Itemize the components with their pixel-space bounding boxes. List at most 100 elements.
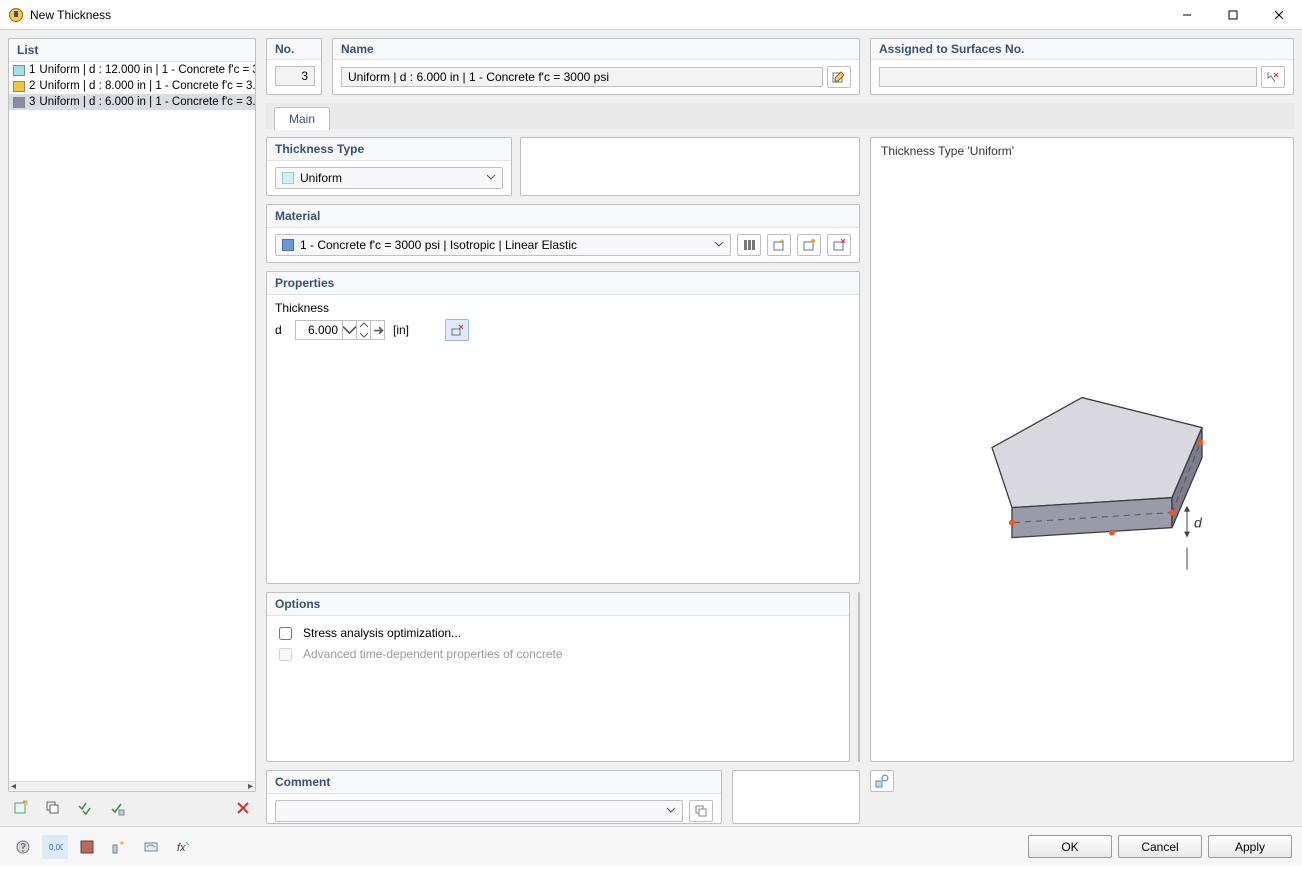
chevron-down-icon — [714, 238, 724, 252]
material-label: Material — [267, 205, 859, 228]
material-delete-icon[interactable] — [827, 234, 851, 256]
options-section: Options Stress analysis optimization... … — [266, 592, 850, 762]
thickness-type-section: Thickness Type Uniform — [266, 137, 512, 196]
chevron-down-icon[interactable] — [342, 320, 356, 340]
function-icon[interactable]: fx — [170, 835, 196, 859]
name-label: Name — [333, 39, 859, 60]
preview-box: Thickness Type 'Uniform' — [870, 137, 1294, 762]
edit-name-icon[interactable] — [827, 66, 851, 88]
checkbox — [279, 648, 292, 661]
list-header: List — [9, 39, 255, 62]
options-label: Options — [267, 593, 849, 616]
window-title: New Thickness — [30, 8, 1164, 22]
thickness-type-value: Uniform — [300, 171, 342, 185]
list-item-label: Uniform | d : 8.000 in | 1 - Concrete f'… — [39, 80, 255, 92]
thickness-pick-icon[interactable] — [445, 319, 469, 341]
ok-button[interactable]: OK — [1028, 835, 1112, 858]
close-button[interactable] — [1256, 0, 1302, 30]
titlebar: New Thickness — [0, 0, 1302, 30]
comment-input[interactable] — [275, 800, 683, 822]
color-swatch — [13, 81, 25, 92]
thickness-type-select[interactable]: Uniform — [275, 167, 503, 189]
empty-section — [858, 592, 860, 762]
thickness-symbol: d — [275, 323, 287, 337]
list-item-label: Uniform | d : 6.000 in | 1 - Concrete f'… — [39, 96, 255, 108]
material-new-icon[interactable] — [767, 234, 791, 256]
list-item-num: 3 — [29, 96, 35, 108]
no-group: No. — [266, 38, 322, 95]
checkbox[interactable] — [279, 627, 292, 640]
check-all-icon[interactable] — [72, 796, 98, 820]
minimize-button[interactable] — [1164, 0, 1210, 30]
thickness-type-label: Thickness Type — [267, 138, 511, 161]
list-toolbar — [8, 792, 256, 824]
help-icon[interactable] — [10, 835, 36, 859]
pick-surface-icon[interactable] — [1261, 66, 1285, 88]
color-swatch — [13, 65, 25, 76]
thickness-value-input[interactable]: 6.000 — [295, 320, 385, 340]
list-item[interactable]: 3 Uniform | d : 6.000 in | 1 - Concrete … — [9, 94, 255, 110]
empty-section — [732, 770, 860, 824]
comment-label: Comment — [267, 771, 721, 794]
material-library-icon[interactable] — [737, 234, 761, 256]
dialog-body: List 1 Uniform | d : 12.000 in | 1 - Con… — [0, 30, 1302, 826]
option-stress-analysis[interactable]: Stress analysis optimization... — [275, 626, 841, 643]
copy-item-icon[interactable] — [40, 796, 66, 820]
list-item-label: Uniform | d : 12.000 in | 1 - Concrete f… — [39, 64, 255, 76]
comment-section: Comment — [266, 770, 722, 824]
list-item-num: 1 — [29, 64, 35, 76]
no-input[interactable] — [275, 66, 315, 86]
check-filter-icon[interactable] — [104, 796, 130, 820]
apply-button[interactable]: Apply — [1208, 835, 1292, 858]
properties-section: Properties Thickness d 6.000 — [266, 271, 860, 584]
color-swatch — [13, 97, 25, 108]
spin-up-icon[interactable] — [356, 320, 370, 330]
preview-graphic: d — [932, 357, 1232, 577]
header-fields: No. Name Assigned to Surfaces No. — [266, 38, 1294, 95]
comment-pick-icon[interactable] — [689, 800, 713, 822]
view-icon[interactable] — [138, 835, 164, 859]
left-panel: List 1 Uniform | d : 12.000 in | 1 - Con… — [8, 38, 256, 824]
spin-step-icon[interactable] — [370, 320, 384, 340]
app-icon — [8, 7, 24, 23]
tab-main[interactable]: Main — [274, 107, 330, 130]
list-item[interactable]: 1 Uniform | d : 12.000 in | 1 - Concrete… — [9, 62, 255, 78]
delete-item-icon[interactable] — [230, 796, 256, 820]
material-section: Material 1 - Concrete f'c = 3000 psi | I… — [266, 204, 860, 263]
preview-title: Thickness Type 'Uniform' — [881, 144, 1283, 158]
spin-down-icon[interactable] — [356, 330, 370, 340]
preview-dim-label: d — [1194, 514, 1203, 530]
horizontal-scrollbar[interactable]: ◂▸ — [9, 781, 255, 791]
thickness-sublabel: Thickness — [275, 301, 851, 315]
assigned-label: Assigned to Surfaces No. — [871, 39, 1293, 60]
thickness-unit: [in] — [393, 323, 409, 337]
svg-text:fx: fx — [177, 842, 186, 854]
cancel-button[interactable]: Cancel — [1118, 835, 1202, 858]
name-group: Name — [332, 38, 860, 95]
assigned-group: Assigned to Surfaces No. — [870, 38, 1294, 95]
main-area: No. Name Assigned to Surfaces No. — [266, 38, 1294, 824]
new-item-icon[interactable] — [8, 796, 34, 820]
tab-bar: Main — [266, 103, 1294, 129]
bottom-bar: 0,00 fx OK Cancel Apply — [0, 826, 1302, 866]
content-row: Thickness Type Uniform — [266, 137, 1294, 824]
thickness-type-swatch — [282, 172, 294, 184]
properties-label: Properties — [267, 272, 859, 295]
units-icon[interactable]: 0,00 — [42, 835, 68, 859]
name-input[interactable] — [341, 67, 823, 87]
material-swatch — [282, 239, 294, 251]
no-label: No. — [267, 39, 321, 60]
material-edit-icon[interactable] — [797, 234, 821, 256]
svg-text:0,00: 0,00 — [49, 843, 63, 852]
thickness-value: 6.000 — [296, 323, 342, 337]
material-select[interactable]: 1 - Concrete f'c = 3000 psi | Isotropic … — [275, 234, 731, 256]
maximize-button[interactable] — [1210, 0, 1256, 30]
material-value: 1 - Concrete f'c = 3000 psi | Isotropic … — [300, 238, 577, 252]
assigned-input[interactable] — [879, 67, 1257, 87]
thickness-list[interactable]: 1 Uniform | d : 12.000 in | 1 - Concrete… — [9, 62, 255, 781]
option-advanced-concrete: Advanced time-dependent properties of co… — [275, 647, 841, 664]
align-icon[interactable] — [106, 835, 132, 859]
list-item[interactable]: 2 Uniform | d : 8.000 in | 1 - Concrete … — [9, 78, 255, 94]
color-icon[interactable] — [74, 835, 100, 859]
preview-settings-icon[interactable] — [870, 770, 894, 792]
